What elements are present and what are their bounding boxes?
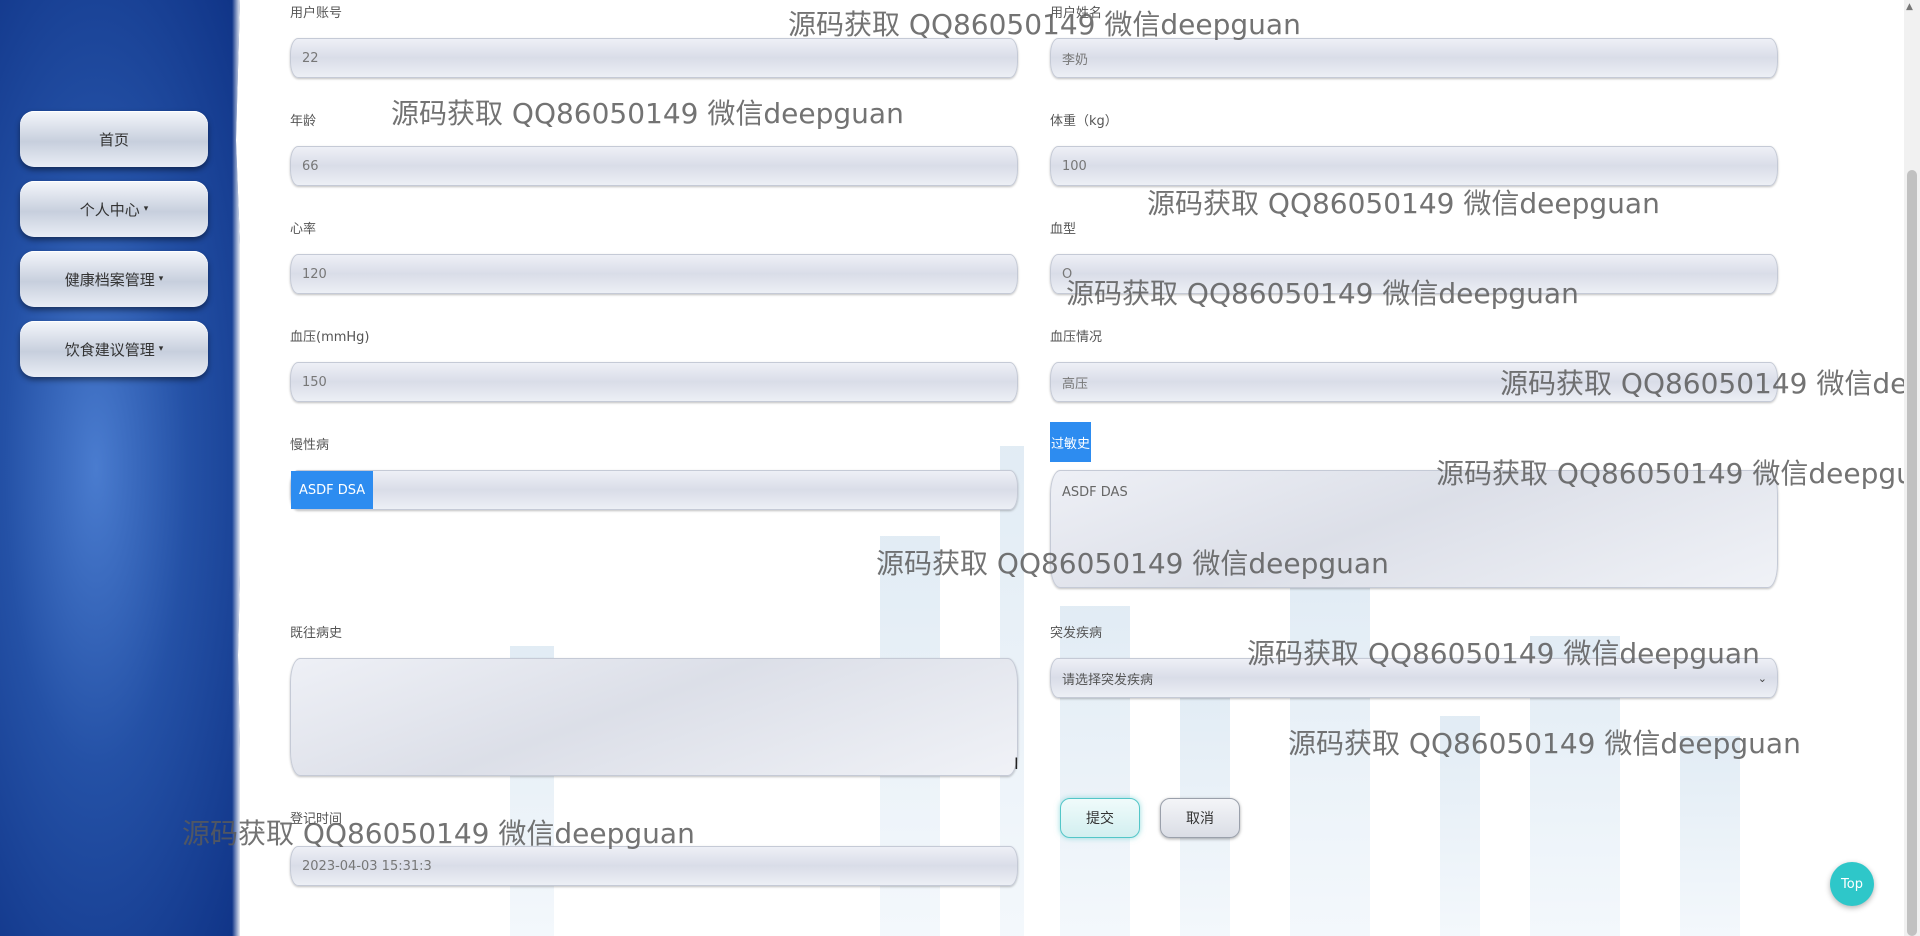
- sidebar-item-label: 饮食建议管理: [64, 340, 155, 359]
- heart-rate-value: 120: [302, 266, 327, 282]
- chevron-down-icon: ▾: [143, 204, 149, 214]
- allergy-label: 过敏史: [1050, 422, 1092, 462]
- account-label: 用户账号: [290, 6, 343, 21]
- history-label: 既往病史: [290, 626, 343, 641]
- weight-value: 100: [1062, 158, 1087, 174]
- register-time-value: 2023-04-03 15:31:3: [302, 858, 432, 874]
- blood-type-input[interactable]: O: [1050, 254, 1778, 294]
- weight-input[interactable]: 100: [1050, 146, 1778, 186]
- sidebar-item-diet-advice[interactable]: 饮食建议管理 ▾: [20, 321, 208, 377]
- sidebar-item-personal-center[interactable]: 个人中心 ▾: [20, 181, 208, 237]
- age-label: 年龄: [290, 114, 317, 129]
- account-value: 22: [302, 50, 319, 66]
- sudden-label: 突发疾病: [1050, 626, 1103, 641]
- register-time-label: 登记时间: [290, 812, 343, 827]
- name-label: 用户姓名: [1050, 6, 1103, 21]
- account-input[interactable]: 22: [290, 38, 1018, 78]
- sidebar-item-label: 健康档案管理: [64, 270, 155, 289]
- heart-rate-label: 心率: [290, 222, 317, 237]
- sidebar-item-label: 个人中心: [79, 200, 140, 219]
- sudden-select[interactable]: 请选择突发疾病 ⌄: [1050, 658, 1778, 698]
- text-cursor-icon: I: [1014, 754, 1019, 773]
- watermark: 源码获取 QQ86050149 微信deepguan: [1288, 727, 1801, 760]
- chronic-value: ASDF DSA: [291, 471, 374, 509]
- blood-type-label: 血型: [1050, 222, 1077, 237]
- age-input[interactable]: 66: [290, 146, 1018, 186]
- watermark: 源码获取 QQ86050149 微信deepguan: [391, 97, 904, 130]
- weight-label: 体重（kg）: [1050, 114, 1118, 129]
- heart-rate-input[interactable]: 120: [290, 254, 1018, 294]
- back-to-top-button[interactable]: Top: [1830, 862, 1874, 906]
- chevron-down-icon: ⌄: [1757, 671, 1767, 685]
- scrollbar-thumb[interactable]: [1907, 170, 1917, 936]
- name-input[interactable]: 李奶: [1050, 38, 1778, 78]
- history-textarea[interactable]: [290, 658, 1018, 776]
- bp-status-label: 血压情况: [1050, 330, 1103, 345]
- blood-pressure-value: 150: [302, 374, 327, 390]
- sidebar-item-health-records[interactable]: 健康档案管理 ▾: [20, 251, 208, 307]
- allergy-value: ASDF DAS: [1062, 485, 1128, 500]
- age-value: 66: [302, 158, 319, 174]
- blood-pressure-label: 血压(mmHg): [290, 330, 370, 345]
- chronic-input[interactable]: ASDF DSA: [290, 470, 1018, 510]
- blood-pressure-input[interactable]: 150: [290, 362, 1018, 402]
- sidebar: 首页 个人中心 ▾ 健康档案管理 ▾ 饮食建议管理 ▾: [0, 0, 240, 936]
- sidebar-item-label: 首页: [98, 130, 129, 149]
- cancel-button[interactable]: 取消: [1160, 798, 1240, 838]
- bp-status-input[interactable]: 高压: [1050, 362, 1778, 402]
- sudden-placeholder: 请选择突发疾病: [1062, 672, 1154, 688]
- name-value: 李奶: [1062, 52, 1089, 68]
- watermark: 源码获取 QQ86050149 微信deepguan: [1147, 187, 1660, 220]
- submit-button[interactable]: 提交: [1060, 798, 1140, 838]
- watermark: 源码获取 QQ86050149 微信deepguan: [788, 8, 1301, 41]
- register-time-input[interactable]: 2023-04-03 15:31:3: [290, 846, 1018, 886]
- chronic-label: 慢性病: [290, 438, 330, 453]
- scroll-up-icon[interactable]: ▲: [1906, 2, 1913, 12]
- allergy-textarea[interactable]: ASDF DAS: [1050, 470, 1778, 588]
- bp-status-value: 高压: [1062, 376, 1089, 392]
- sidebar-item-home[interactable]: 首页: [20, 111, 208, 167]
- chevron-down-icon: ▾: [158, 344, 164, 354]
- blood-type-value: O: [1062, 266, 1073, 282]
- chevron-down-icon: ▾: [158, 274, 164, 284]
